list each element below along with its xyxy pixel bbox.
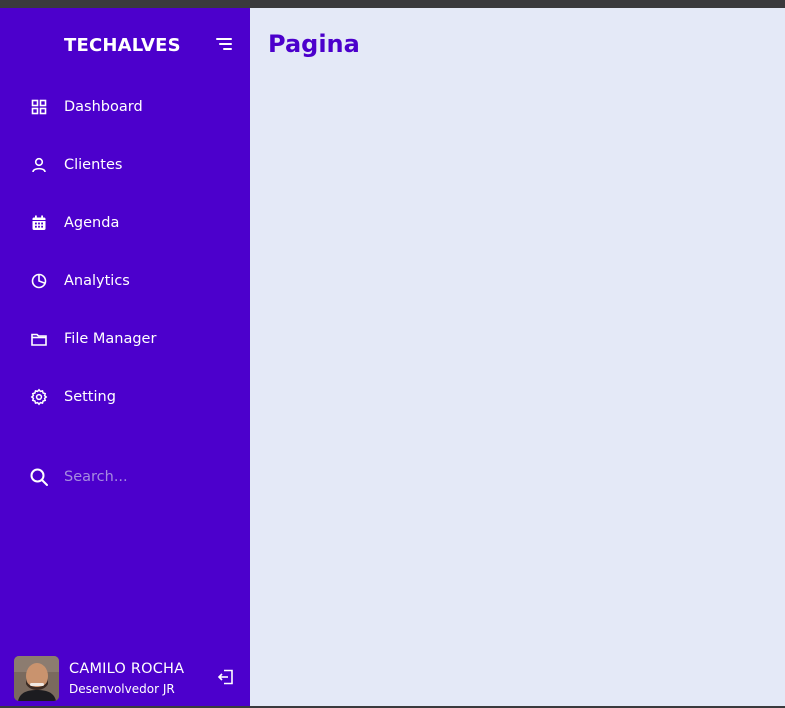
page-title: Pagina (268, 30, 360, 58)
brand-logo-text: TECHALVES (64, 35, 181, 56)
sidebar-item-agenda[interactable]: Agenda (0, 194, 250, 252)
sidebar-item-label: Dashboard (64, 99, 143, 115)
menu-lines-icon[interactable] (213, 35, 235, 53)
user-icon (30, 156, 48, 174)
sidebar-item-clientes[interactable]: Clientes (0, 136, 250, 194)
profile-card: CAMILO ROCHA Desenvolvedor JR (0, 648, 250, 706)
gear-icon (30, 388, 48, 406)
logout-icon[interactable] (216, 667, 236, 687)
search-input[interactable] (64, 465, 224, 489)
pie-chart-icon (30, 272, 48, 290)
app-window: TECHALVES Dashboard Clientes Agenda Anal… (0, 8, 785, 706)
profile-role: Desenvolvedor JR (69, 682, 175, 696)
sidebar-nav: Dashboard Clientes Agenda Analytics File… (0, 78, 250, 426)
sidebar-item-dashboard[interactable]: Dashboard (0, 78, 250, 136)
sidebar-item-analytics[interactable]: Analytics (0, 252, 250, 310)
sidebar: TECHALVES Dashboard Clientes Agenda Anal… (0, 8, 250, 706)
profile-name: CAMILO ROCHA (69, 661, 185, 677)
search-icon[interactable] (29, 467, 49, 487)
grid-icon (30, 98, 48, 116)
main-content: Pagina (250, 8, 785, 706)
sidebar-search (0, 448, 250, 506)
sidebar-item-file-manager[interactable]: File Manager (0, 310, 250, 368)
avatar (14, 656, 59, 701)
sidebar-item-label: Agenda (64, 215, 120, 231)
sidebar-item-setting[interactable]: Setting (0, 368, 250, 426)
sidebar-item-label: Clientes (64, 157, 123, 173)
calendar-icon (30, 214, 48, 232)
sidebar-item-label: File Manager (64, 331, 157, 347)
sidebar-item-label: Analytics (64, 273, 130, 289)
sidebar-item-label: Setting (64, 389, 116, 405)
folder-icon (30, 330, 48, 348)
